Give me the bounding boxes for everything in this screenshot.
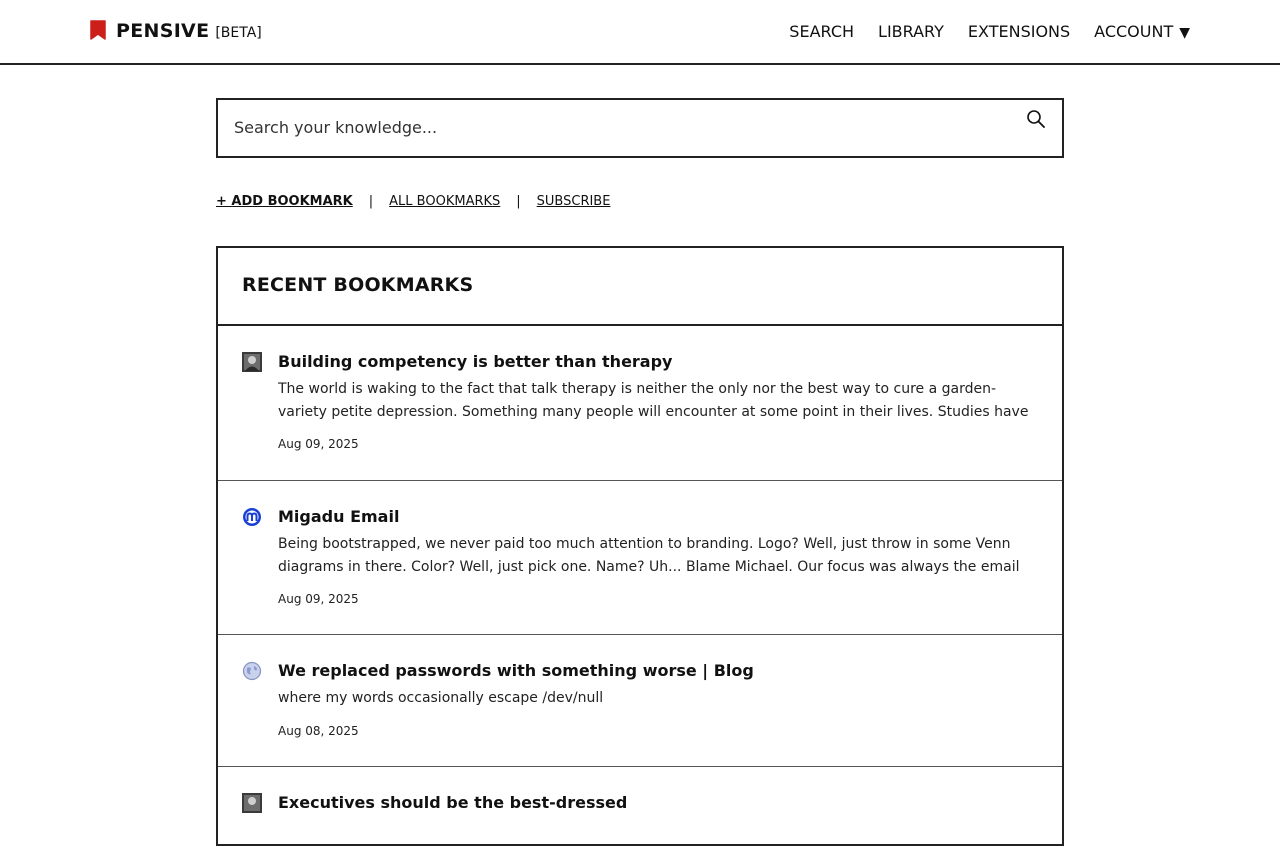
separator: | — [516, 194, 521, 209]
bookmark-item: We replaced passwords with something wor… — [218, 635, 1062, 767]
add-bookmark-link[interactable]: + ADD BOOKMARK — [216, 194, 353, 209]
main-nav: SEARCH LIBRARY EXTENSIONS ACCOUNT ▼ — [765, 22, 1190, 41]
search-box — [216, 98, 1064, 158]
subscribe-link[interactable]: SUBSCRIBE — [537, 194, 611, 209]
bookmark-item: Executives should be the best-dressed — [218, 767, 1062, 847]
caret-down-icon: ▼ — [1179, 25, 1190, 41]
panel-header: RECENT BOOKMARKS — [218, 248, 1062, 326]
separator: | — [368, 194, 374, 209]
nav-account[interactable]: ACCOUNT ▼ — [1094, 22, 1190, 41]
brand-name: PENSIVE — [116, 20, 210, 42]
bookmark-date: Aug 09, 2025 — [278, 592, 359, 606]
recent-bookmarks-panel: RECENT BOOKMARKS Building competency is … — [216, 246, 1064, 846]
bookmark-description: where my words occasionally escape /dev/… — [278, 690, 604, 706]
nav-library[interactable]: LIBRARY — [878, 22, 944, 41]
search-input[interactable] — [234, 118, 1014, 137]
bookmark-title[interactable]: Executives should be the best-dressed — [278, 793, 627, 813]
bookmark-actions: + ADD BOOKMARK | ALL BOOKMARKS | SUBSCRI… — [216, 194, 610, 209]
nav-account-label: ACCOUNT — [1094, 22, 1174, 41]
bookmark-date: Aug 09, 2025 — [278, 437, 359, 451]
panel-title: RECENT BOOKMARKS — [242, 274, 474, 296]
avatar-icon — [242, 793, 262, 813]
bookmark-item: Migadu Email Being bootstrapped, we neve… — [218, 481, 1062, 635]
migadu-logo-icon — [243, 508, 261, 526]
search-icon[interactable] — [1026, 109, 1046, 129]
nav-search[interactable]: SEARCH — [789, 22, 854, 41]
bookmark-title[interactable]: Building competency is better than thera… — [278, 352, 672, 372]
bookmark-description: Being bootstrapped, we never paid too mu… — [278, 536, 1020, 575]
bookmark-title[interactable]: We replaced passwords with something wor… — [278, 661, 754, 681]
bookmark-description: The world is waking to the fact that tal… — [278, 381, 1029, 420]
bookmark-item: Building competency is better than thera… — [218, 326, 1062, 481]
all-bookmarks-link[interactable]: ALL BOOKMARKS — [389, 194, 500, 209]
brand-logo[interactable]: PENSIVE [BETA] — [90, 20, 262, 42]
bookmark-icon — [90, 20, 106, 40]
avatar-icon — [242, 352, 262, 372]
top-header: PENSIVE [BETA] SEARCH LIBRARY EXTENSIONS… — [0, 0, 1280, 65]
globe-icon — [242, 661, 262, 681]
bookmark-date: Aug 08, 2025 — [278, 723, 359, 738]
bookmark-title[interactable]: Migadu Email — [278, 507, 399, 527]
beta-label: [BETA] — [215, 25, 262, 41]
nav-extensions[interactable]: EXTENSIONS — [968, 22, 1070, 41]
